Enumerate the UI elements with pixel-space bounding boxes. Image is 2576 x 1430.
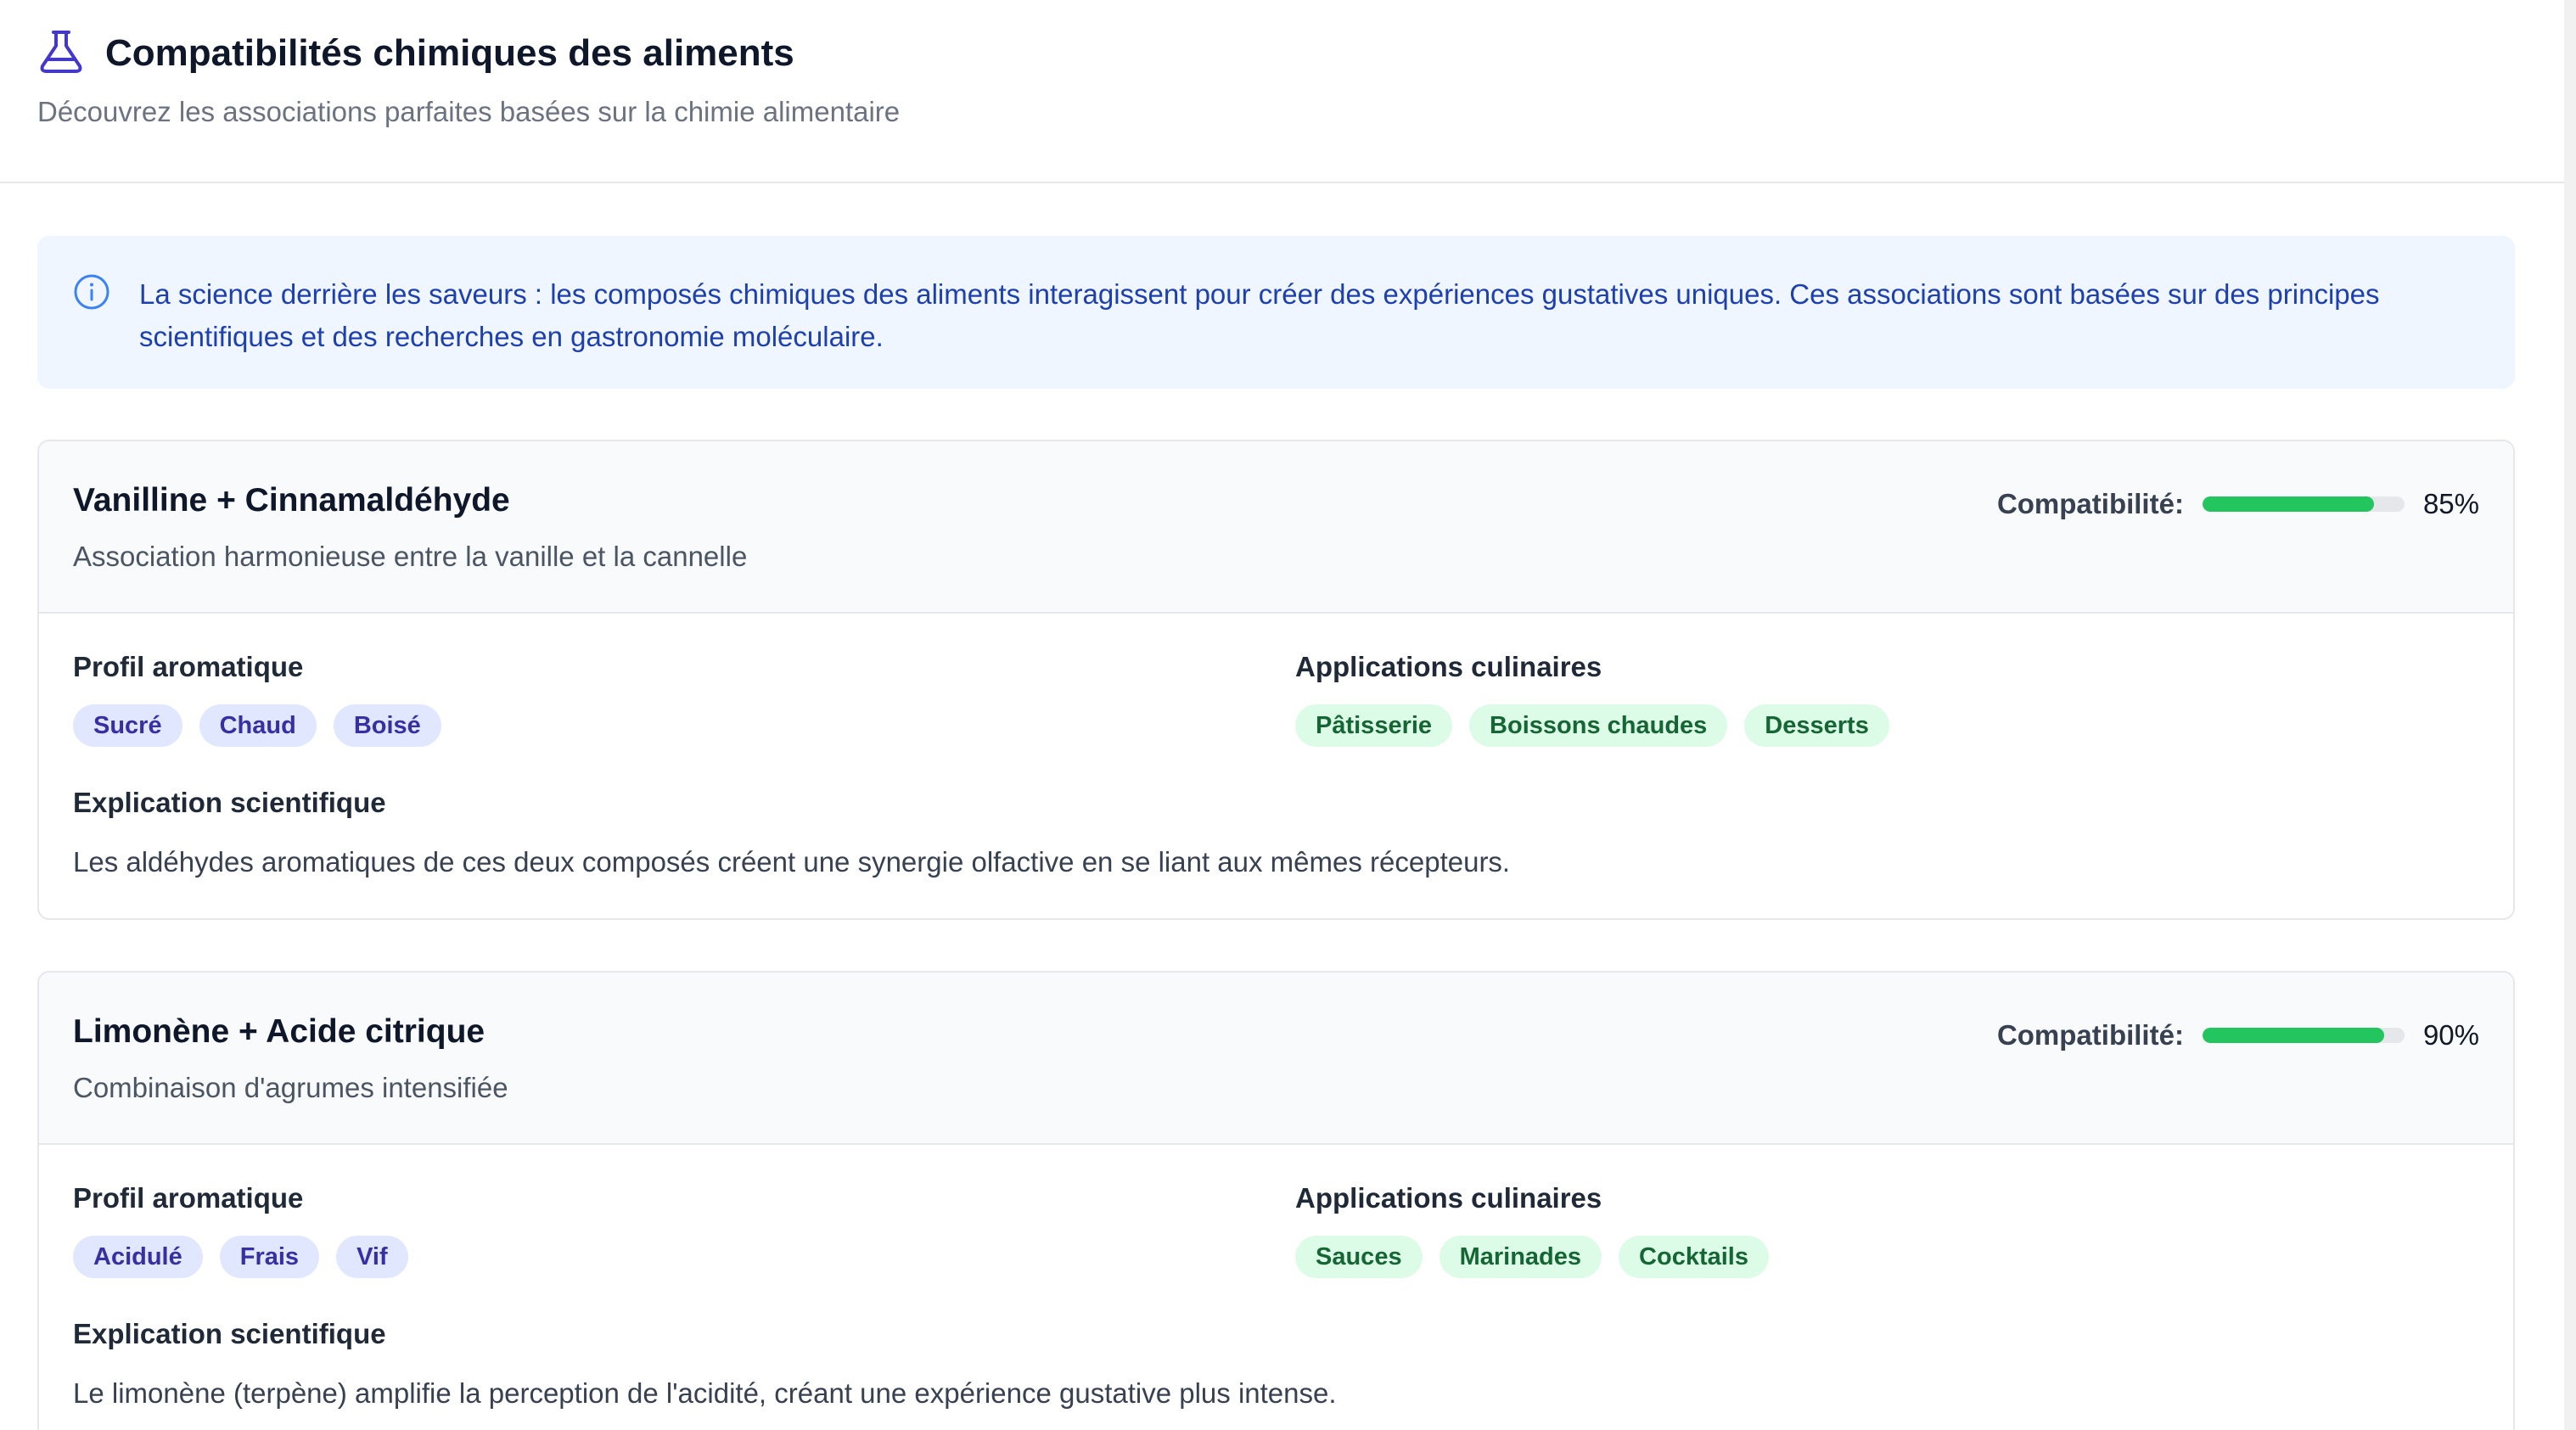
application-tag: Sauces (1295, 1236, 1423, 1278)
compatibility-meter: Compatibilité: 85% (1997, 485, 2479, 523)
profile-tag: Vif (336, 1236, 408, 1278)
compatibility-card: Limonène + Acide citrique Combinaison d'… (37, 971, 2515, 1430)
profile-tag: Boisé (333, 704, 441, 747)
card-title: Vanilline + Cinnamaldéhyde (73, 482, 510, 519)
profile-tags: Acidulé Frais Vif (73, 1236, 408, 1278)
compatibility-bar-track (2202, 496, 2405, 512)
application-tag: Cocktails (1619, 1236, 1769, 1278)
compatibility-value: 85% (2422, 488, 2479, 519)
compatibility-label: Compatibilité: (1996, 488, 2184, 519)
compatibility-bar-fill (2202, 496, 2375, 512)
application-tag: Boissons chaudes (1469, 704, 1728, 747)
card-header: Vanilline + Cinnamaldéhyde Association h… (39, 441, 2513, 614)
card-description: Combinaison d'agrumes intensifiée (73, 1072, 508, 1103)
application-tag: Desserts (1744, 704, 1889, 747)
compatibility-label: Compatibilité: (1996, 1019, 2184, 1051)
card-description: Association harmonieuse entre la vanille… (73, 541, 748, 572)
card-title: Limonène + Acide citrique (73, 1013, 485, 1050)
info-banner: La science derrière les saveurs : les co… (37, 236, 2515, 389)
application-tag: Pâtisserie (1295, 704, 1453, 747)
page-header: Compatibilités chimiques des aliments Dé… (0, 0, 2564, 183)
application-tags: Pâtisserie Boissons chaudes Desserts (1295, 704, 1889, 747)
profile-tag: Acidulé (73, 1236, 203, 1278)
page: Compatibilités chimiques des aliments Dé… (0, 0, 2576, 1430)
compatibility-card: Vanilline + Cinnamaldéhyde Association h… (37, 440, 2515, 920)
profile-tags: Sucré Chaud Boisé (73, 704, 441, 747)
explanation-text: Les aldéhydes aromatiques de ces deux co… (73, 846, 1511, 878)
explanation-label: Explication scientifique (73, 1318, 386, 1349)
application-tag: Marinades (1439, 1236, 1602, 1278)
profile-label: Profil aromatique (73, 651, 304, 682)
info-text: La science derrière les saveurs : les co… (139, 278, 2380, 352)
explanation-text: Le limonène (terpène) amplifie la percep… (73, 1377, 1337, 1409)
page-title: Compatibilités chimiques des aliments (105, 32, 794, 74)
profile-tag: Sucré (73, 704, 182, 747)
profile-tag: Chaud (199, 704, 317, 747)
compatibility-value: 90% (2422, 1019, 2479, 1051)
flask-icon (40, 31, 82, 73)
profile-label: Profil aromatique (73, 1182, 304, 1214)
compatibility-bar-fill (2202, 1028, 2385, 1043)
compatibility-bar-track (2202, 1028, 2405, 1043)
card-header: Limonène + Acide citrique Combinaison d'… (39, 973, 2513, 1145)
application-tags: Sauces Marinades Cocktails (1295, 1236, 1769, 1278)
scrollbar[interactable] (2564, 0, 2576, 1430)
applications-label: Applications culinaires (1295, 651, 1602, 682)
info-icon (74, 274, 109, 310)
explanation-label: Explication scientifique (73, 787, 386, 818)
page-subtitle: Découvrez les associations parfaites bas… (37, 96, 901, 127)
applications-label: Applications culinaires (1295, 1182, 1602, 1214)
compatibility-meter: Compatibilité: 90% (1997, 1017, 2479, 1054)
profile-tag: Frais (219, 1236, 320, 1278)
